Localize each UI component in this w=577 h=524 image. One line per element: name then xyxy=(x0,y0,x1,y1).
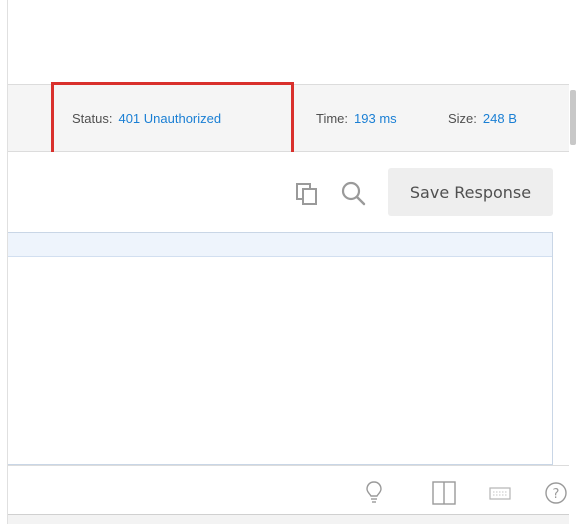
response-view: Status: 401 Unauthorized Time: 193 ms Size… xyxy=(0,0,577,524)
svg-text:?: ? xyxy=(553,487,560,502)
right-edge xyxy=(569,0,577,524)
top-area xyxy=(8,0,569,84)
status-highlight-box xyxy=(51,82,294,155)
time-label: Time: xyxy=(316,111,349,126)
size-value[interactable]: 248 B xyxy=(483,111,517,126)
response-toolbar: Save Response xyxy=(8,152,569,232)
help-icon[interactable]: ? xyxy=(544,480,568,506)
lightbulb-icon[interactable] xyxy=(365,480,383,506)
keyboard-icon[interactable] xyxy=(489,480,511,506)
save-response-button[interactable]: Save Response xyxy=(388,168,553,216)
copy-icon[interactable] xyxy=(295,182,319,206)
response-body-panel[interactable] xyxy=(8,232,553,465)
scrollbar-thumb[interactable] xyxy=(570,90,576,145)
size-label: Size: xyxy=(448,111,477,126)
response-body-header xyxy=(8,233,552,257)
bottom-edge xyxy=(8,514,569,524)
search-icon[interactable] xyxy=(340,180,366,206)
left-edge xyxy=(0,0,8,524)
two-pane-icon[interactable] xyxy=(431,480,457,506)
time-meta: Time: 193 ms xyxy=(316,111,397,126)
size-meta: Size: 248 B xyxy=(448,111,517,126)
time-value[interactable]: 193 ms xyxy=(354,111,397,126)
